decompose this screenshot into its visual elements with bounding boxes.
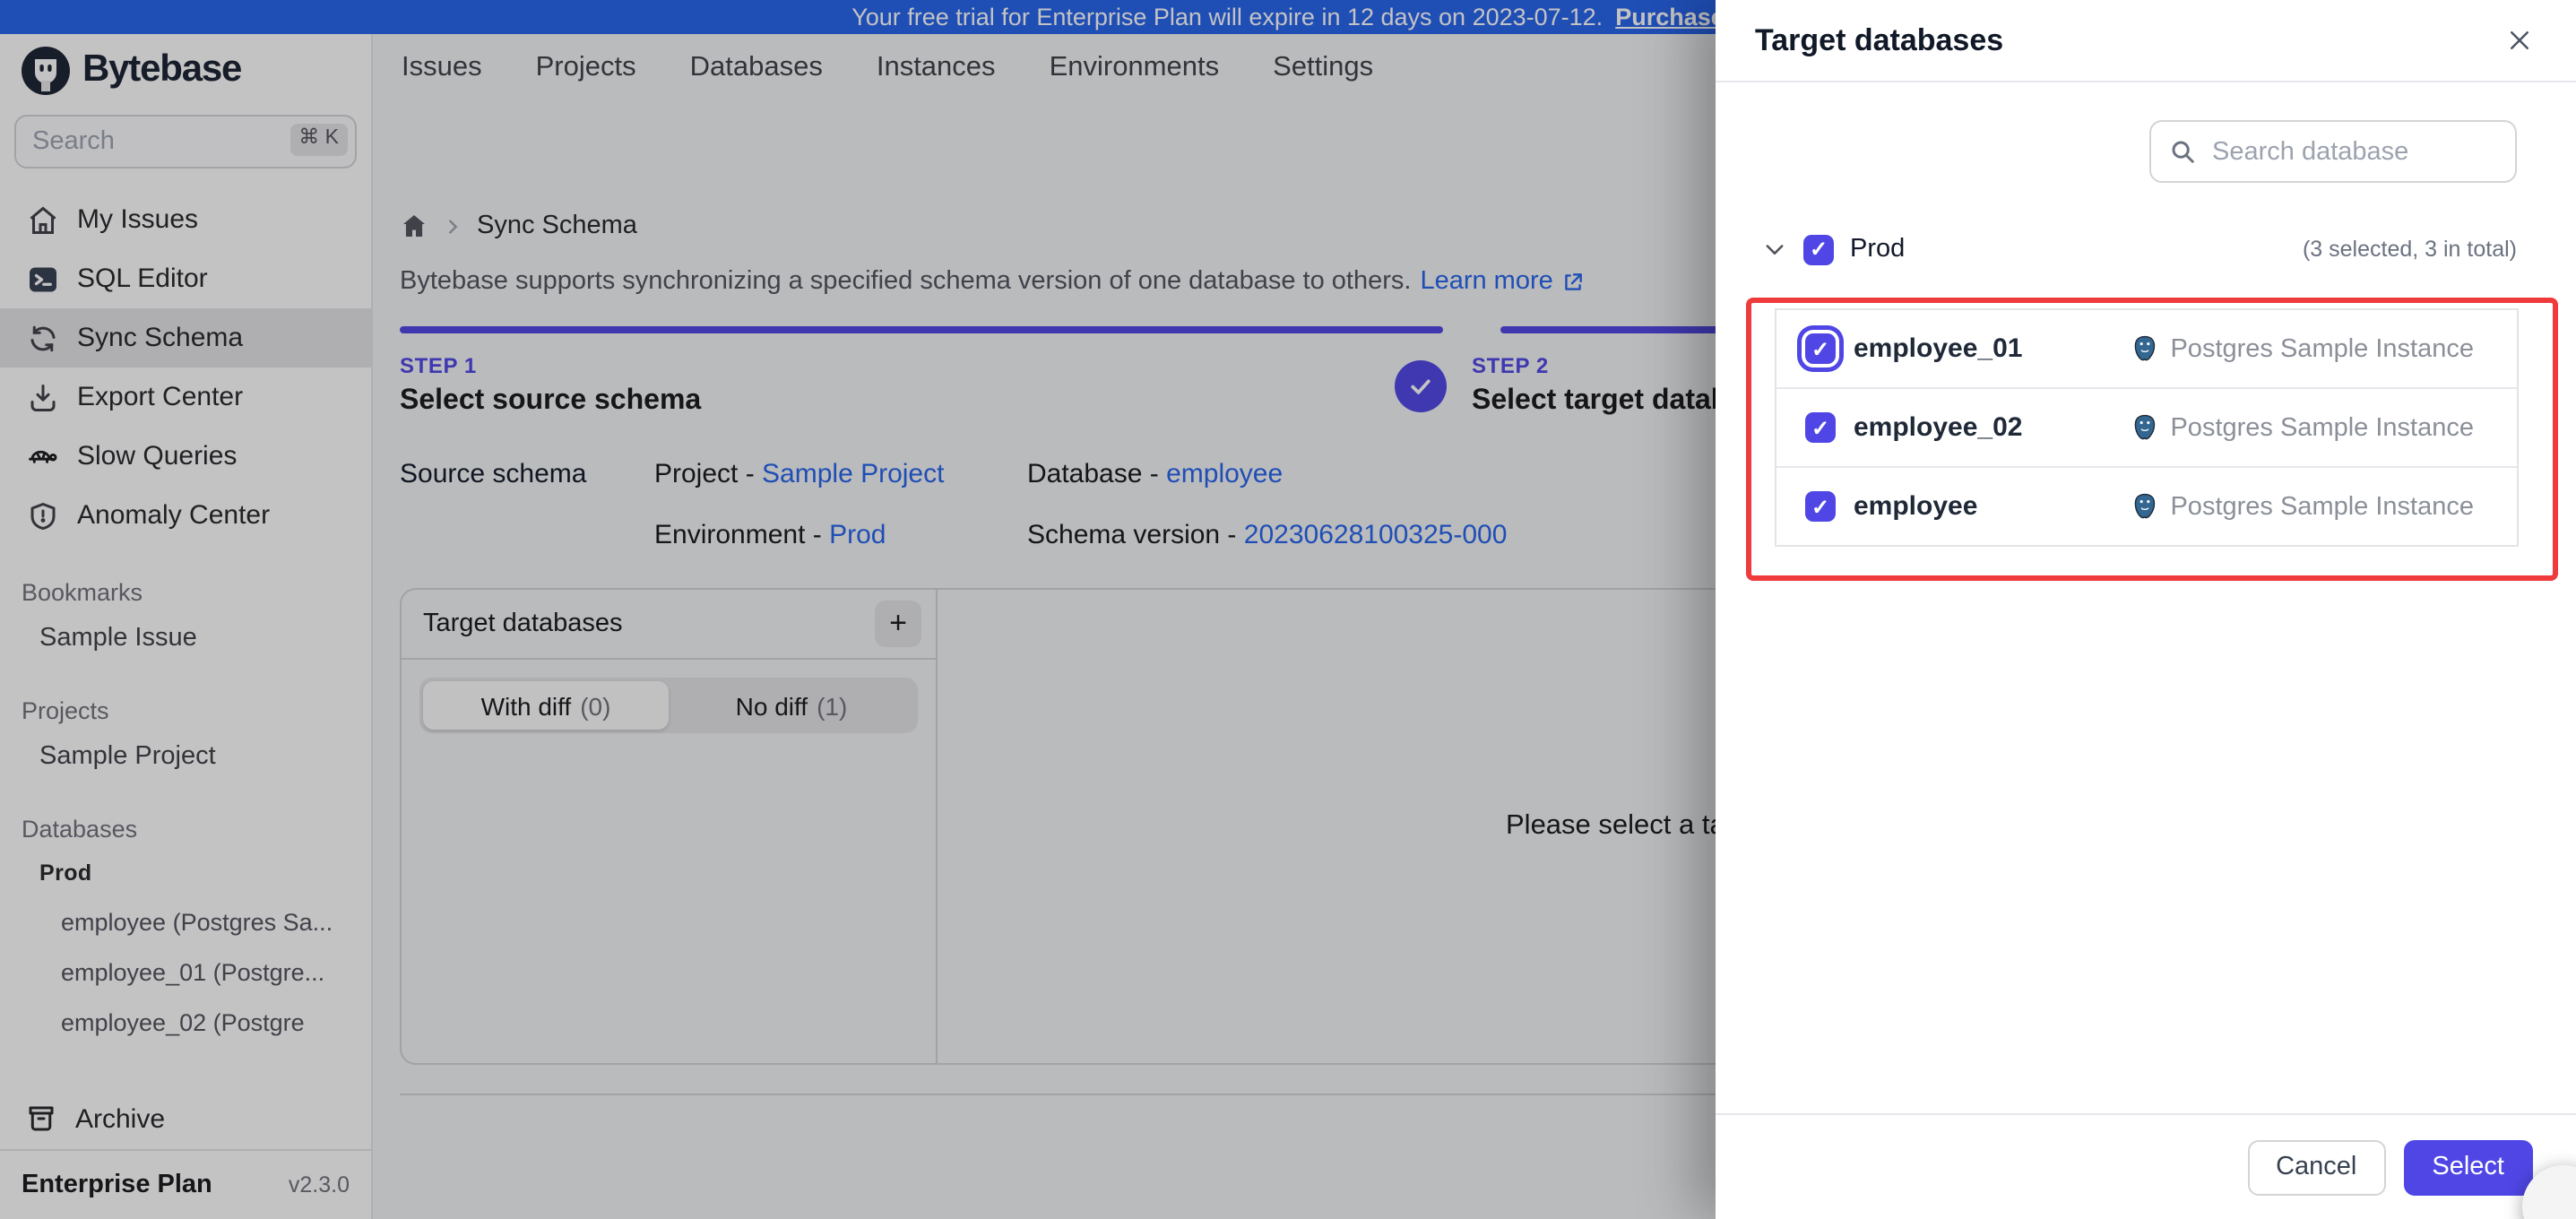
employee-02-checkbox[interactable] xyxy=(1805,412,1836,443)
instance-name: Postgres Sample Instance xyxy=(2170,334,2474,363)
drawer-title: Target databases xyxy=(1755,22,2004,56)
drawer-header: Target databases xyxy=(1716,0,2576,82)
cancel-button[interactable]: Cancel xyxy=(2247,1139,2386,1195)
selection-summary: (3 selected, 3 in total) xyxy=(2302,237,2517,262)
instance-name: Postgres Sample Instance xyxy=(2170,413,2474,442)
postgres-icon xyxy=(2129,333,2159,364)
environment-group-row: Prod (3 selected, 3 in total) xyxy=(1716,224,2576,274)
close-icon[interactable] xyxy=(2501,22,2537,58)
select-button[interactable]: Select xyxy=(2403,1139,2533,1195)
search-icon xyxy=(2169,138,2196,165)
database-name: employee_01 xyxy=(1854,333,2023,364)
chevron-down-icon[interactable] xyxy=(1762,237,1787,262)
database-row-employee-01[interactable]: employee_01 Postgres Sample Instance xyxy=(1776,310,2517,389)
group-name: Prod xyxy=(1850,235,1906,264)
app-root: Your free trial for Enterprise Plan will… xyxy=(0,0,2576,1219)
postgres-icon xyxy=(2129,412,2159,443)
employee-01-checkbox[interactable] xyxy=(1805,333,1836,364)
database-row-employee-02[interactable]: employee_02 Postgres Sample Instance xyxy=(1776,389,2517,468)
database-list: employee_01 Postgres Sample Instance emp… xyxy=(1775,308,2519,547)
target-databases-drawer: Target databases Prod (3 selected, 3 in … xyxy=(1716,0,2576,1219)
database-search-input[interactable] xyxy=(2209,135,2485,168)
employee-checkbox[interactable] xyxy=(1805,491,1836,522)
database-row-employee[interactable]: employee Postgres Sample Instance xyxy=(1776,468,2517,545)
database-name: employee xyxy=(1854,491,1978,522)
postgres-icon xyxy=(2129,491,2159,522)
drawer-footer: Cancel Select xyxy=(1716,1113,2576,1219)
database-search[interactable] xyxy=(2149,120,2517,183)
database-name: employee_02 xyxy=(1854,412,2023,443)
prod-group-checkbox[interactable] xyxy=(1803,234,1834,264)
instance-name: Postgres Sample Instance xyxy=(2170,492,2474,521)
